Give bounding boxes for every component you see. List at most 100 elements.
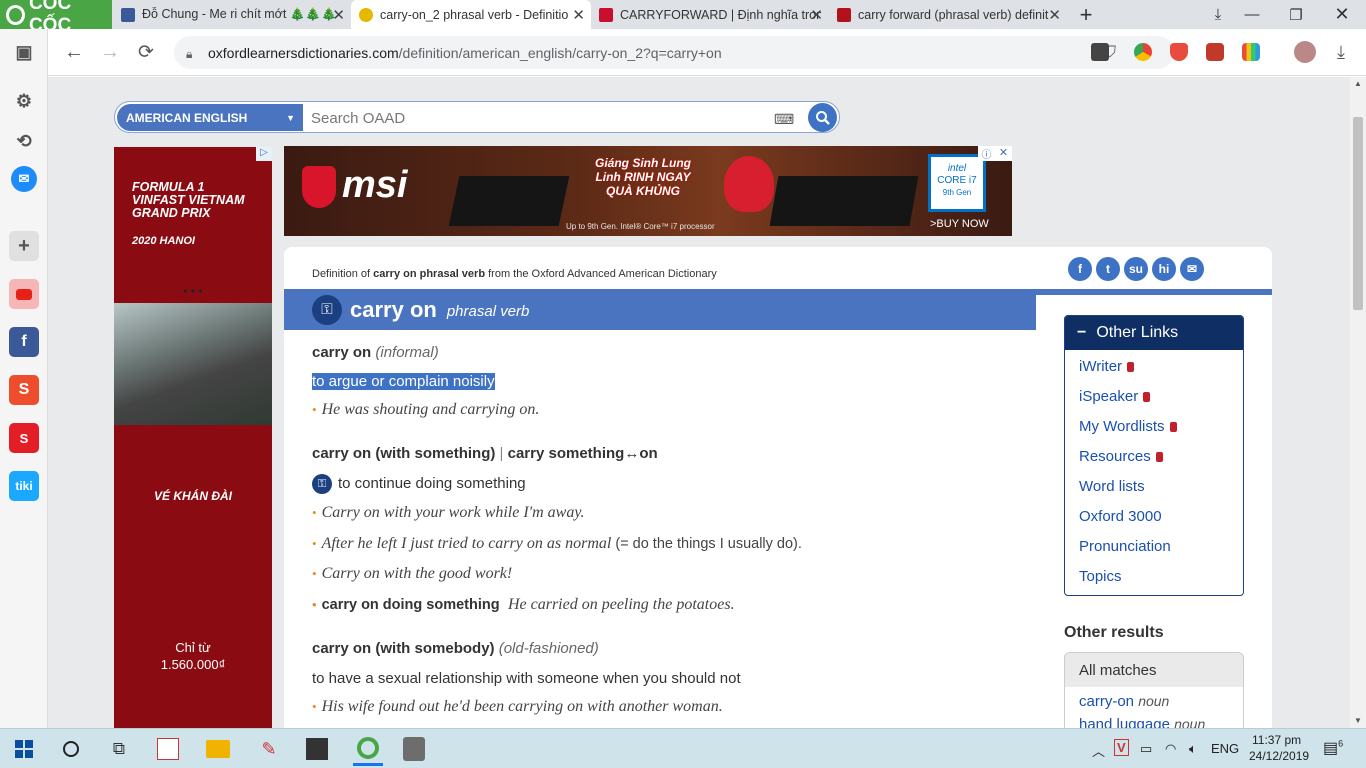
task-view-icon[interactable]: ⧉ (106, 736, 132, 762)
link-ispeaker[interactable]: iSpeaker (1079, 388, 1151, 405)
f1-vinfast-ad[interactable]: ▷ FORMULA 1 VINFAST VIETNAM GRAND PRIX 2… (114, 147, 272, 728)
settings-gear-icon[interactable]: ⚙ (9, 86, 39, 116)
sense-2-def: ⚿ to continue doing something (312, 474, 526, 494)
notification-center-icon[interactable]: ▤6 (1323, 738, 1343, 758)
facebook-share-icon[interactable]: f (1068, 257, 1092, 281)
sticky-notes-icon[interactable] (306, 738, 328, 760)
buy-now-link[interactable]: >BUY NOW (930, 218, 989, 230)
profile-avatar[interactable] (1294, 41, 1316, 63)
link-pronunciation[interactable]: Pronunciation (1079, 538, 1171, 555)
close-tab-icon[interactable]: ✕ (332, 6, 345, 24)
stumbleupon-share-icon[interactable]: su (1124, 257, 1148, 281)
history-icon[interactable]: ⟲ (9, 126, 39, 156)
colorzilla-extension-icon[interactable] (1242, 43, 1260, 61)
facebook-favicon-icon (121, 7, 135, 22)
link-resources[interactable]: Resources (1079, 448, 1163, 465)
tab-facebook[interactable]: Đỗ Chung - Me ri chít mớt 🎄🎄🎄 ✕ (113, 0, 351, 29)
scrollbar-thumb[interactable] (1353, 117, 1363, 310)
maximize-button[interactable]: ❐ (1276, 0, 1316, 29)
tray-chevron-icon[interactable]: ︿ (1092, 741, 1105, 760)
battery-icon[interactable]: ▭ (1140, 741, 1152, 757)
result-item[interactable]: hand luggage noun (1065, 716, 1243, 728)
link-oxford-3000[interactable]: Oxford 3000 (1079, 508, 1162, 525)
msi-banner-ad[interactable]: msi Giáng Sinh Lung Linh RINH NGAY QUÀ K… (284, 146, 1012, 236)
unikey-icon[interactable]: V (1114, 739, 1129, 756)
key-icon[interactable]: ⚿ (312, 474, 332, 494)
language-indicator[interactable]: ENG (1211, 741, 1239, 756)
file-explorer-icon[interactable] (206, 740, 230, 758)
volume-icon[interactable]: 🔈︎ (1189, 741, 1197, 757)
close-window-button[interactable]: ✕ (1322, 0, 1362, 29)
add-sidebar-app-icon[interactable]: + (9, 231, 39, 261)
windows-start-icon[interactable] (11, 736, 37, 762)
cambridge-favicon-icon (599, 7, 613, 22)
example-text: After he left I just tried to carry on a… (321, 535, 612, 552)
twitter-share-icon[interactable]: t (1096, 257, 1120, 281)
close-tab-icon[interactable]: ✕ (810, 6, 823, 24)
download-page-icon[interactable] (1091, 43, 1109, 61)
other-links-box: − Other Links iWriter iSpeaker My Wordlis… (1064, 315, 1244, 596)
web-page: AMERICAN ENGLISH ▼ ⌨ ▷ FORMULA 1 VINFAST… (48, 77, 1350, 728)
address-bar[interactable]: 🔒︎ oxfordlearnersdictionaries.com/defini… (174, 36, 1174, 69)
laptop-left-image (448, 176, 570, 226)
sense-head: carry on (with somebody) (312, 640, 495, 657)
close-tab-icon[interactable]: ✕ (1048, 6, 1061, 24)
wifi-icon[interactable]: ◠ (1165, 741, 1176, 757)
red-extension-icon[interactable] (1206, 43, 1224, 61)
link-topics[interactable]: Topics (1079, 568, 1122, 585)
email-share-icon[interactable]: ✉ (1180, 257, 1204, 281)
browser-toolbar: ← → ⟳ 🔒︎ oxfordlearnersdictionaries.com /… (48, 29, 1366, 76)
coccoc-taskbar-icon[interactable] (353, 732, 383, 766)
tab-oxford[interactable]: carry-on_2 phrasal verb - Definitio ✕ (351, 0, 591, 29)
sense-head: carry on (312, 344, 372, 361)
clock-time[interactable]: 11:37 pm (1252, 733, 1301, 747)
back-button[interactable]: ← (61, 39, 87, 65)
app-icon[interactable] (157, 738, 179, 760)
forward-button[interactable]: → (97, 39, 123, 65)
scroll-up-arrow-icon[interactable]: ▲ (1354, 79, 1362, 88)
coccoc-logo[interactable]: CỐC CỐC (0, 0, 112, 36)
new-tab-button[interactable]: + (1066, 0, 1106, 29)
dialect-selector[interactable]: AMERICAN ENGLISH ▼ (117, 104, 303, 131)
chrome-extension-icon[interactable] (1134, 43, 1152, 61)
sidebar-toggle-icon[interactable]: ▣ (9, 37, 39, 67)
scroll-down-arrow-icon[interactable]: ▼ (1354, 716, 1362, 725)
minimize-button[interactable]: — (1232, 0, 1272, 29)
tab-cambridge[interactable]: CARRYFORWARD | Định nghĩa tron ✕ (591, 0, 829, 29)
ad-close-icon[interactable]: ✕ (995, 146, 1012, 161)
ad-caption: Up to 9th Gen. Intel® Core™ i7 processor (566, 222, 715, 231)
adblock-extension-icon[interactable] (1170, 43, 1188, 61)
messenger-icon[interactable]: ✉ (11, 166, 37, 192)
search-input[interactable] (311, 107, 761, 129)
shopee-icon[interactable]: S (9, 375, 39, 405)
keyboard-icon[interactable]: ⌨ (774, 111, 794, 128)
sendo-icon[interactable]: S (9, 423, 39, 453)
paint-icon[interactable]: ✎ (256, 736, 282, 762)
link-iwriter[interactable]: iWriter (1079, 358, 1135, 375)
hi5-share-icon[interactable]: hi (1152, 257, 1176, 281)
cortana-search-icon[interactable] (58, 736, 84, 762)
definition-text: to continue doing something (338, 474, 526, 492)
mascot-dragon-image (724, 156, 774, 212)
tab-macmillan[interactable]: carry forward (phrasal verb) definit ✕ (829, 0, 1067, 29)
clock-date[interactable]: 24/12/2019 (1249, 749, 1309, 763)
result-item[interactable]: carry-on noun (1065, 687, 1243, 716)
other-links-header[interactable]: − Other Links (1065, 316, 1243, 350)
example-text: Carry on with your work while I'm away. (321, 504, 585, 521)
tiki-icon[interactable]: tiki (9, 471, 39, 501)
app-icon[interactable] (403, 737, 425, 761)
adchoices-icon[interactable]: ▷ (256, 147, 272, 161)
downloads-icon[interactable]: ⤓ (1328, 39, 1354, 65)
ad-info-icon[interactable]: ⓘ (978, 146, 995, 161)
tab-title: carry-on_2 phrasal verb - Definitio (380, 7, 569, 22)
close-tab-icon[interactable]: ✕ (572, 6, 585, 24)
all-matches-header[interactable]: All matches (1065, 653, 1243, 687)
facebook-icon[interactable]: f (9, 327, 39, 357)
search-button[interactable] (808, 103, 837, 132)
link-word-lists[interactable]: Word lists (1079, 478, 1145, 495)
link-my-wordlists[interactable]: My Wordlists (1079, 418, 1177, 435)
page-scrollbar[interactable]: ▲ ▼ (1350, 77, 1366, 728)
oxford3000-key-icon[interactable]: ⚿ (312, 294, 342, 325)
youtube-icon[interactable] (9, 279, 39, 309)
reload-button[interactable]: ⟳ (133, 39, 159, 65)
